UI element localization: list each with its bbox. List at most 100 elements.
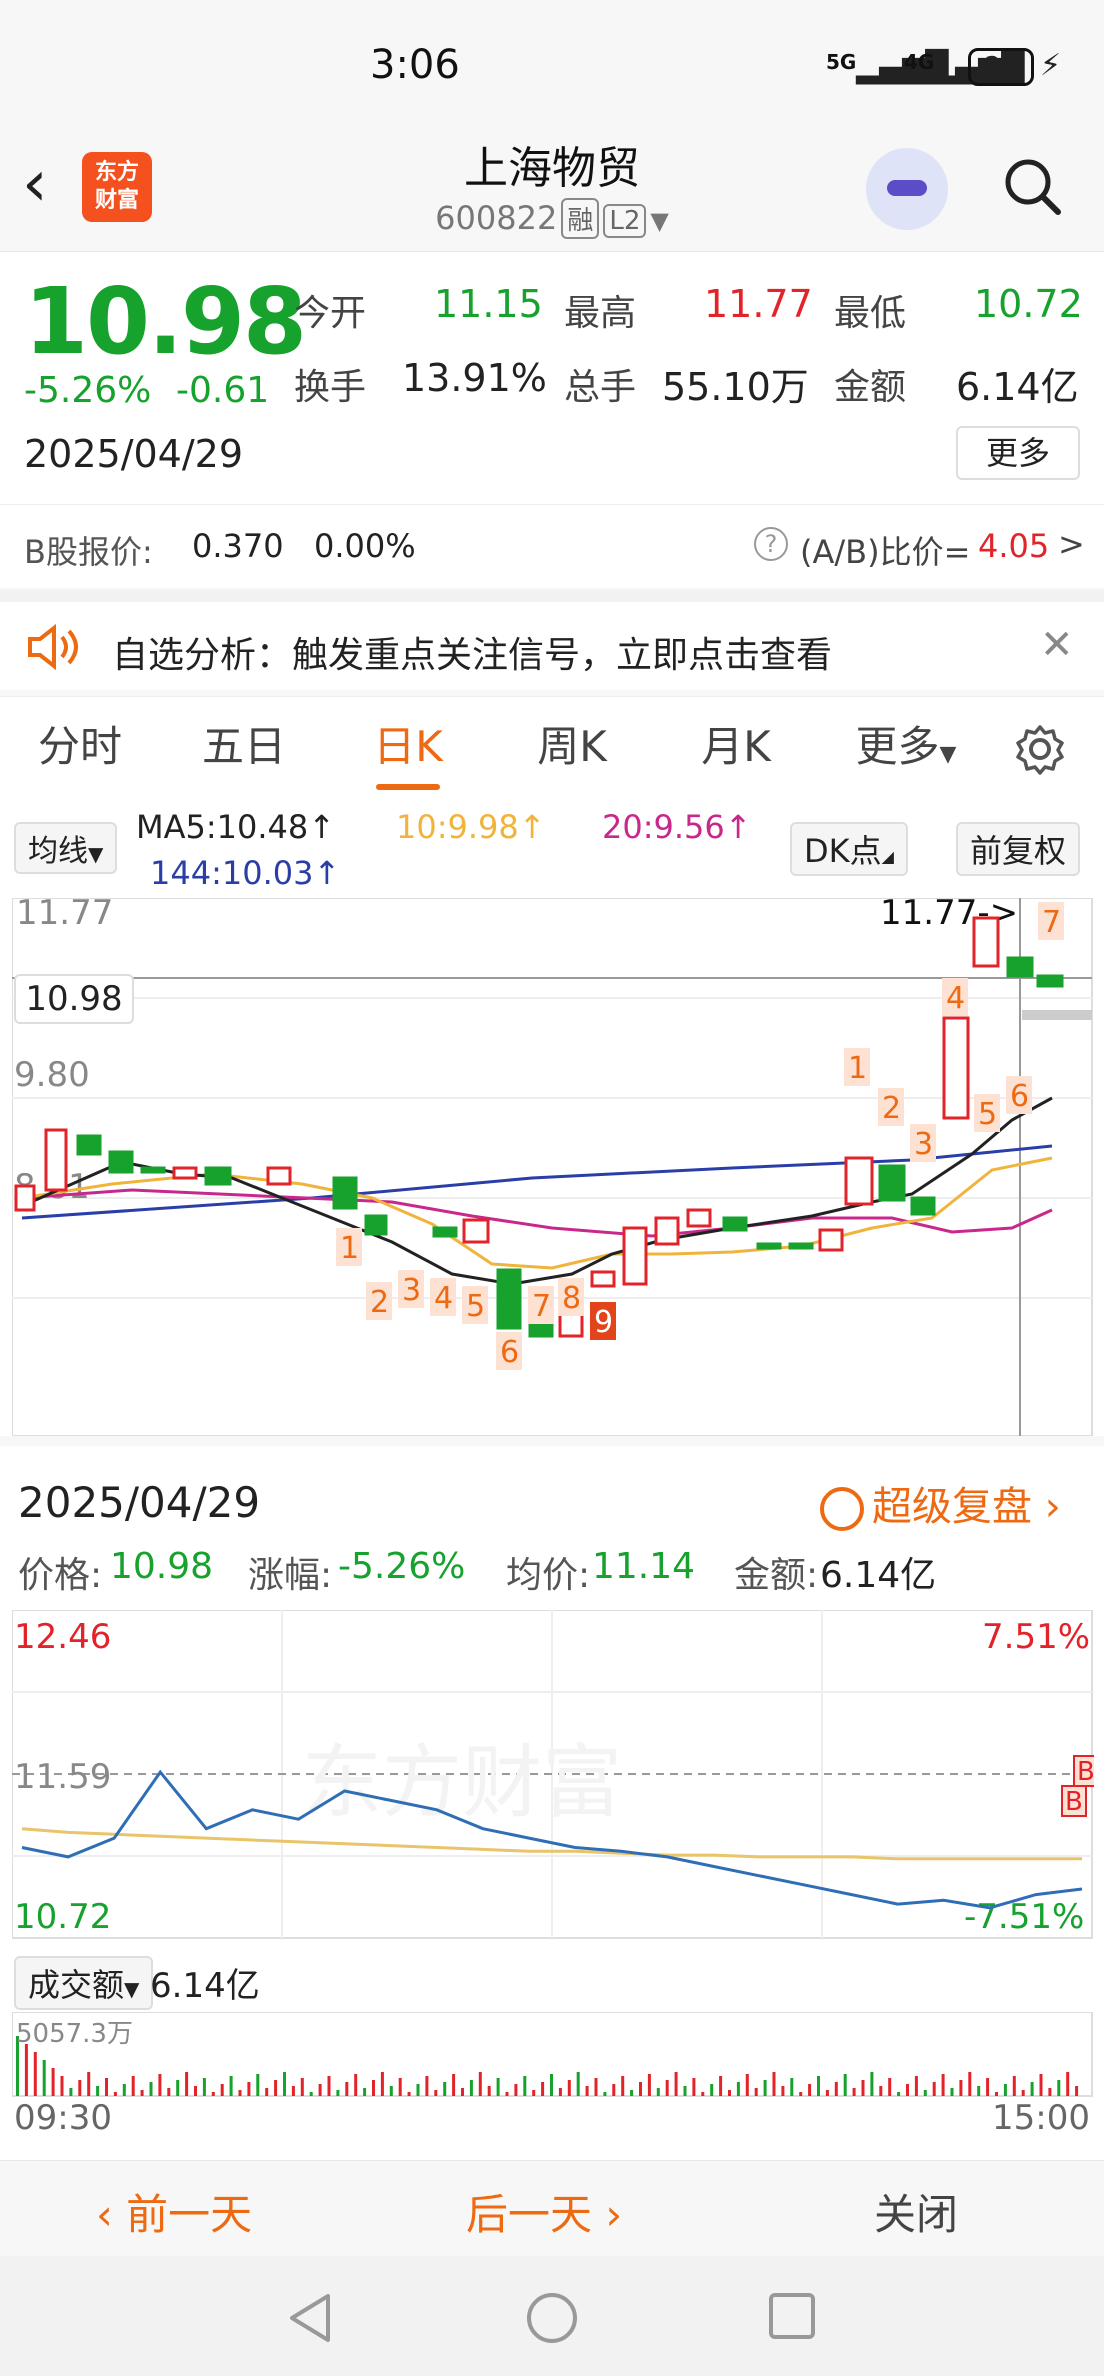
- b-share-row[interactable]: B股报价: 0.370 0.00% ? (A/B)比价= 4.05 >: [0, 504, 1104, 588]
- price-label: 价格:: [18, 1555, 103, 1596]
- volume-bar: [220, 2084, 224, 2096]
- volume-bar: [425, 2076, 429, 2096]
- volume-bar: [745, 2074, 749, 2096]
- tab-five-day[interactable]: 五日: [184, 697, 304, 797]
- adjust-button[interactable]: 前复权: [956, 822, 1081, 876]
- volume-bar: [407, 2092, 411, 2096]
- gear-icon[interactable]: [1014, 723, 1066, 775]
- signal-5g-icon: 5G: [826, 50, 857, 74]
- super-replay-button[interactable]: 超级复盘 ›: [820, 1474, 1061, 1532]
- low-value: 10.72: [974, 282, 1083, 326]
- tab-monthly-k[interactable]: 月K: [676, 697, 796, 797]
- prev-day-button[interactable]: ‹ 前一天: [96, 2181, 252, 2242]
- volume-bar: [736, 2082, 740, 2096]
- prev-day-label: 前一天: [126, 2190, 253, 2239]
- volume-bar: [1075, 2086, 1079, 2096]
- dk-mark-2: 2: [370, 1285, 389, 1320]
- time-end: 15:00: [992, 2098, 1090, 2138]
- dk-mark-5: 5: [466, 1289, 485, 1324]
- high-label: 最高: [564, 293, 637, 334]
- next-day-button[interactable]: 后一天 ›: [466, 2181, 622, 2242]
- volume-bar: [469, 2080, 473, 2096]
- dk-mark-3: 3: [402, 1273, 421, 1308]
- dk-mark-1: 1: [340, 1231, 359, 1266]
- chevron-right-icon: ›: [1032, 1484, 1061, 1530]
- volume-bar: [1012, 2076, 1016, 2096]
- search-icon[interactable]: [1002, 156, 1062, 216]
- volume-bar: [514, 2084, 518, 2096]
- volume-bar: [665, 2080, 669, 2096]
- volume-value: 55.10万: [662, 365, 809, 409]
- intraday-chart[interactable]: 东方财富 12.46 7.51% 11.59 10.72 -7.51% B B: [12, 1610, 1094, 1940]
- pct-label: 涨幅:: [248, 1555, 333, 1596]
- volume-bar: [674, 2072, 678, 2096]
- ab-ratio-value: 4.05: [978, 527, 1050, 565]
- volume-bar: [843, 2074, 847, 2096]
- volume-bar: [763, 2080, 767, 2096]
- volume-bar: [265, 2088, 269, 2096]
- volume-bar: [69, 2088, 73, 2096]
- volume-bar: [487, 2086, 491, 2096]
- nav-back-icon[interactable]: [284, 2290, 334, 2346]
- assistant-robot-icon[interactable]: [866, 148, 948, 230]
- volume-bar: [959, 2080, 963, 2096]
- volume-selector[interactable]: 成交额▼: [14, 1956, 154, 2010]
- y-low-pct: -7.51%: [964, 1897, 1084, 1937]
- volume-bar: [354, 2074, 358, 2096]
- volume-bar: [443, 2082, 447, 2096]
- volume-bar: [238, 2090, 242, 2096]
- chevron-left-icon: ‹: [96, 2190, 127, 2239]
- volume-bar: [558, 2088, 562, 2096]
- close-icon[interactable]: ✕: [1040, 622, 1074, 668]
- amount-label: 金额: [834, 367, 907, 408]
- tab-intraday[interactable]: 分时: [20, 697, 140, 797]
- volume-bar: [541, 2082, 545, 2096]
- nav-recents-icon[interactable]: [766, 2290, 818, 2342]
- help-icon[interactable]: ?: [754, 527, 788, 561]
- volume-bar: [532, 2090, 536, 2096]
- ma-selector[interactable]: 均线▼: [14, 822, 118, 874]
- nav-home-icon[interactable]: [524, 2290, 580, 2346]
- dk-mark-9: 9: [594, 1305, 613, 1340]
- kline-chart[interactable]: 11.77 9.80 8.81 11.77->: [12, 898, 1094, 1436]
- close-button[interactable]: 关闭: [874, 2181, 958, 2242]
- chevron-right-icon: ›: [592, 2190, 623, 2239]
- ab-ratio-label: (A/B)比价=: [800, 533, 971, 571]
- volume-bar: [363, 2088, 367, 2096]
- dk-point-button[interactable]: DK点◢: [790, 822, 908, 876]
- ma20-legend: 20:9.56↑: [602, 808, 752, 846]
- volume-bar: [398, 2078, 402, 2096]
- tab-daily-k[interactable]: 日K: [348, 697, 468, 797]
- volume-chart[interactable]: 5057.3万: [12, 2012, 1094, 2098]
- volume-bar: [1048, 2088, 1052, 2096]
- volume-bar: [336, 2090, 340, 2096]
- volume-bar: [817, 2076, 820, 2096]
- volume-bar: [639, 2082, 642, 2096]
- period-tabs: 分时 五日 日K 周K 月K 更多▼: [0, 696, 1104, 796]
- volume-bar: [772, 2072, 776, 2096]
- more-button[interactable]: 更多: [956, 426, 1080, 480]
- corner-triangle-icon: ◢: [881, 847, 894, 866]
- volume-bar: [1039, 2074, 1043, 2096]
- volume-bar: [283, 2072, 286, 2096]
- dropdown-icon: ▼: [88, 842, 104, 866]
- dk-mark-r2: 2: [882, 1091, 901, 1126]
- notice-bar[interactable]: 自选分析：触发重点关注信号，立即点击查看 ✕: [0, 590, 1104, 690]
- ma10-legend: 10:9.98↑: [396, 808, 546, 846]
- quote-date: 2025/04/29: [24, 432, 244, 476]
- margin-tag: 融: [561, 198, 600, 239]
- tab-more[interactable]: 更多▼: [846, 697, 966, 797]
- dropdown-icon: ▼: [650, 207, 669, 235]
- kline-panel: 均线▼ MA5:10.48↑ 10:9.98↑ 20:9.56↑ 144:10.…: [0, 796, 1104, 1436]
- volume-bar: [550, 2074, 553, 2096]
- volume-bar: [478, 2072, 482, 2096]
- y-label-top: 11.77: [16, 898, 113, 933]
- tab-weekly-k[interactable]: 周K: [512, 697, 632, 797]
- volume-bar: [906, 2084, 909, 2096]
- chevron-right-icon: >: [1058, 525, 1085, 563]
- volume-bar: [932, 2082, 936, 2096]
- battery-icon: 22: [968, 48, 1034, 86]
- detail-panel: 2025/04/29 超级复盘 › 价格: 10.98 涨幅: -5.26% 均…: [0, 1446, 1104, 2160]
- volume-bar: [309, 2092, 313, 2096]
- volume-bar: [1066, 2072, 1070, 2096]
